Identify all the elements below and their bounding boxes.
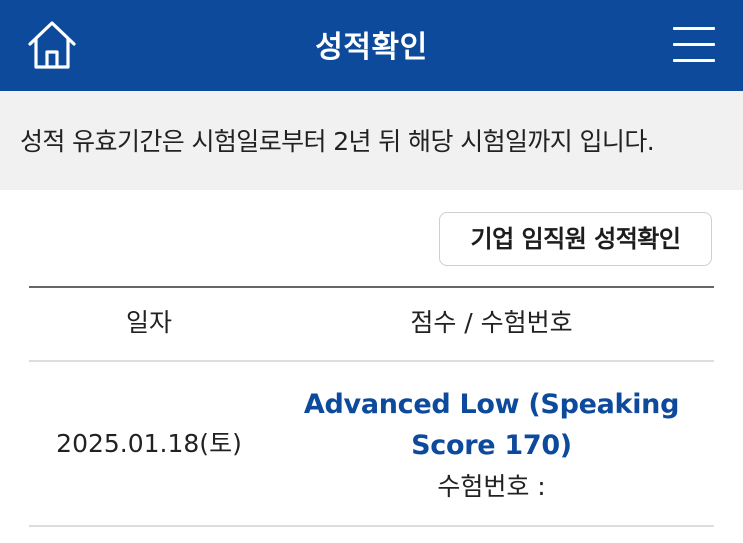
menu-bar-middle: [673, 43, 715, 46]
corporate-score-check-button[interactable]: 기업 임직원 성적확인: [439, 212, 712, 266]
menu-button[interactable]: [673, 24, 717, 66]
table-row-rule: [29, 525, 714, 527]
app-header: 성적확인: [0, 0, 743, 91]
validity-notice: 성적 유효기간은 시험일로부터 2년 뒤 해당 시험일까지 입니다.: [0, 91, 743, 190]
page-title: 성적확인: [315, 30, 428, 65]
exam-date: 2025.01.18(토): [56, 429, 242, 458]
table-row: 2025.01.18(토) Advanced Low (Speaking Sco…: [29, 362, 714, 525]
score-check-page: 성적확인 성적 유효기간은 시험일로부터 2년 뒤 해당 시험일까지 입니다. …: [0, 0, 743, 543]
notice-text: 성적 유효기간은 시험일로부터 2년 뒤 해당 시험일까지 입니다.: [20, 127, 655, 156]
exam-number: 수험번호 :: [437, 472, 546, 501]
menu-bar-bottom: [673, 59, 715, 62]
menu-bar-top: [673, 27, 715, 30]
table-header: 일자 점수 / 수험번호: [29, 288, 714, 360]
score-cell: Advanced Low (Speaking Score 170) 수험번호 :: [269, 384, 714, 508]
score-table: 일자 점수 / 수험번호 2025.01.18(토) Advanced Low …: [29, 286, 714, 527]
score-result-link[interactable]: Advanced Low (Speaking Score 170): [269, 384, 714, 466]
column-header-date: 일자: [125, 308, 172, 337]
column-header-score: 점수 / 수험번호: [410, 308, 573, 337]
